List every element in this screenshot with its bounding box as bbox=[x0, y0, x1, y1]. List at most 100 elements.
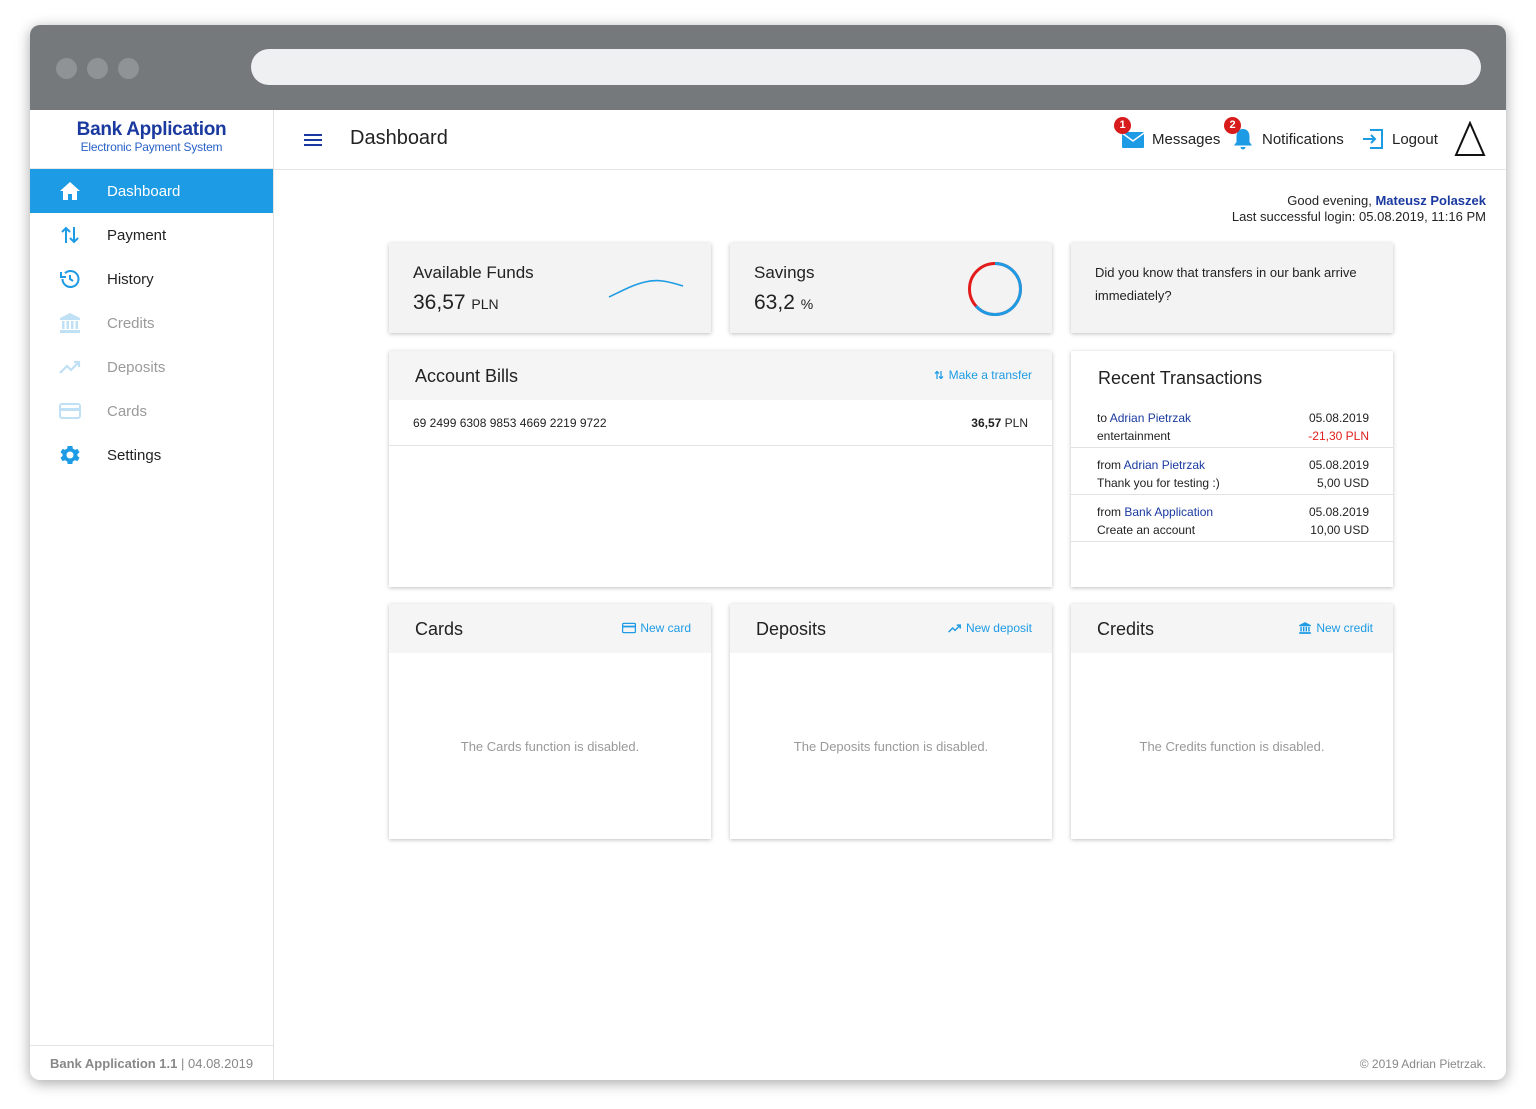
cards-disabled-message: The Cards function is disabled. bbox=[460, 739, 640, 754]
logout-label: Logout bbox=[1392, 130, 1438, 148]
copyright: © 2019 Adrian Pietrzak. bbox=[1359, 1057, 1486, 1071]
bank-icon bbox=[1299, 622, 1312, 634]
sidebar-item-dashboard[interactable]: Dashboard bbox=[30, 169, 273, 213]
transaction-description: entertainment bbox=[1097, 429, 1171, 443]
new-deposit-link[interactable]: New deposit bbox=[948, 621, 1032, 635]
savings-value: 63,2 % bbox=[754, 291, 813, 315]
footer-separator: | bbox=[177, 1056, 188, 1071]
savings-unit: % bbox=[800, 296, 814, 312]
credit-card-icon bbox=[622, 622, 637, 634]
credits-panel-header: Credits New credit bbox=[1071, 604, 1393, 653]
transaction-direction: from bbox=[1097, 458, 1121, 472]
sidebar-item-label: Credits bbox=[107, 314, 155, 332]
new-card-label: New card bbox=[640, 621, 691, 635]
notifications-button[interactable]: 2 Notifications bbox=[1224, 117, 1344, 154]
sidebar-item-label: Payment bbox=[107, 226, 167, 244]
sidebar-item-credits[interactable]: Credits bbox=[30, 301, 273, 345]
recent-transactions-card: Recent Transactions to Adrian Pietrzak e… bbox=[1071, 351, 1393, 587]
brand-subtitle: Electronic Payment System bbox=[80, 140, 223, 154]
top-bar: Dashboard 1 Messages 2 Notifications Log… bbox=[274, 110, 1506, 170]
new-deposit-label: New deposit bbox=[965, 621, 1032, 635]
trending-up-icon bbox=[59, 360, 81, 374]
transaction-date: 05.08.2019 bbox=[1308, 505, 1369, 519]
transfer-arrows-icon bbox=[934, 370, 944, 380]
credits-disabled-message: The Credits function is disabled. bbox=[1139, 739, 1325, 754]
cards-panel: Cards New card The Cards function is dis… bbox=[389, 604, 711, 839]
app-version: Bank Application 1.1 bbox=[50, 1056, 178, 1071]
tip-card: Did you know that transfers in our bank … bbox=[1071, 243, 1393, 333]
sidebar-item-settings[interactable]: Settings bbox=[30, 433, 273, 477]
browser-chrome bbox=[30, 25, 1506, 110]
browser-window: Bank Application Electronic Payment Syst… bbox=[30, 25, 1506, 1080]
account-bills-title: Account Bills bbox=[415, 366, 519, 386]
messages-button[interactable]: 1 Messages bbox=[1114, 117, 1220, 154]
sidebar-item-label: Settings bbox=[107, 446, 162, 464]
user-greeting: Good evening, Mateusz Polaszek Last succ… bbox=[1232, 193, 1486, 225]
transaction-description: Create an account bbox=[1097, 523, 1196, 537]
release-date: 04.08.2019 bbox=[188, 1056, 254, 1071]
credits-panel: Credits New credit The Credits function … bbox=[1071, 604, 1393, 839]
account-row[interactable]: 69 2499 6308 9853 4669 2219 9722 36,57 P… bbox=[389, 400, 1052, 446]
transaction-party: to Adrian Pietrzak bbox=[1097, 411, 1191, 425]
transaction-party-name[interactable]: Bank Application bbox=[1124, 505, 1213, 519]
new-credit-link[interactable]: New credit bbox=[1298, 621, 1373, 635]
transaction-row[interactable]: from Adrian Pietrzak Thank you for testi… bbox=[1071, 448, 1393, 495]
funds-amount: 36,57 bbox=[413, 291, 466, 314]
transaction-party-name[interactable]: Adrian Pietrzak bbox=[1110, 411, 1191, 425]
sidebar-item-label: History bbox=[107, 270, 154, 288]
warning-triangle-icon[interactable] bbox=[1454, 121, 1486, 157]
transaction-party-name[interactable]: Adrian Pietrzak bbox=[1124, 458, 1205, 472]
transaction-row[interactable]: from Bank Application Create an account … bbox=[1071, 495, 1393, 542]
deposits-panel-header: Deposits New deposit bbox=[730, 604, 1052, 653]
transaction-amount: -21,30 PLN bbox=[1308, 429, 1369, 443]
deposits-panel: Deposits New deposit The Deposits functi… bbox=[730, 604, 1052, 839]
sidebar-item-label: Cards bbox=[107, 402, 148, 420]
menu-icon[interactable] bbox=[302, 131, 324, 149]
savings-card: Savings 63,2 % bbox=[730, 243, 1052, 333]
make-transfer-label: Make a transfer bbox=[948, 368, 1032, 382]
brand-logo[interactable]: Bank Application Electronic Payment Syst… bbox=[30, 110, 273, 169]
logout-button[interactable]: Logout bbox=[1360, 124, 1438, 154]
transaction-description: Thank you for testing :) bbox=[1097, 476, 1220, 490]
recent-transactions-title: Recent Transactions bbox=[1098, 368, 1263, 388]
sidebar-item-label: Deposits bbox=[107, 358, 166, 376]
account-bills-header: Account Bills Make a transfer bbox=[389, 351, 1052, 400]
home-icon bbox=[60, 182, 80, 200]
funds-label: Available Funds bbox=[413, 263, 534, 282]
funds-value: 36,57 PLN bbox=[413, 291, 499, 315]
user-name-link[interactable]: Mateusz Polaszek bbox=[1375, 193, 1486, 208]
greeting-line: Good evening, Mateusz Polaszek bbox=[1232, 193, 1486, 209]
cards-panel-header: Cards New card bbox=[389, 604, 711, 653]
address-bar[interactable] bbox=[251, 49, 1481, 85]
new-card-link[interactable]: New card bbox=[622, 621, 691, 635]
transfer-arrows-icon bbox=[61, 226, 79, 244]
balance-amount: 36,57 bbox=[971, 416, 1002, 430]
account-balance: 36,57 PLN bbox=[971, 416, 1028, 430]
transaction-party: from Adrian Pietrzak bbox=[1097, 458, 1205, 472]
sidebar-item-deposits[interactable]: Deposits bbox=[30, 345, 273, 389]
bank-icon bbox=[60, 313, 80, 333]
account-number: 69 2499 6308 9853 4669 2219 9722 bbox=[413, 416, 607, 430]
messages-icon-wrap: 1 bbox=[1114, 117, 1146, 152]
last-login: Last successful login: 05.08.2019, 11:16… bbox=[1231, 209, 1486, 224]
savings-amount: 63,2 bbox=[754, 291, 795, 314]
account-bills-card: Account Bills Make a transfer 69 2499 63… bbox=[389, 351, 1052, 587]
window-minimize-dot[interactable] bbox=[87, 58, 108, 79]
sidebar-item-cards[interactable]: Cards bbox=[30, 389, 273, 433]
credit-card-icon bbox=[59, 403, 81, 419]
transaction-row[interactable]: to Adrian Pietrzak entertainment 05.08.2… bbox=[1071, 401, 1393, 448]
savings-ring-chart bbox=[968, 262, 1022, 316]
trending-up-icon bbox=[948, 624, 961, 633]
gear-icon bbox=[60, 446, 80, 464]
sidebar-item-payment[interactable]: Payment bbox=[30, 213, 273, 257]
new-credit-label: New credit bbox=[1316, 621, 1373, 635]
window-close-dot[interactable] bbox=[56, 58, 77, 79]
sidebar-item-history[interactable]: History bbox=[30, 257, 273, 301]
transaction-direction: to bbox=[1097, 411, 1108, 425]
transaction-date: 05.08.2019 bbox=[1308, 411, 1369, 425]
logout-icon bbox=[1363, 129, 1383, 149]
history-icon bbox=[60, 270, 80, 288]
notifications-badge: 2 bbox=[1224, 117, 1241, 134]
window-maximize-dot[interactable] bbox=[118, 58, 139, 79]
make-transfer-link[interactable]: Make a transfer bbox=[933, 368, 1032, 382]
